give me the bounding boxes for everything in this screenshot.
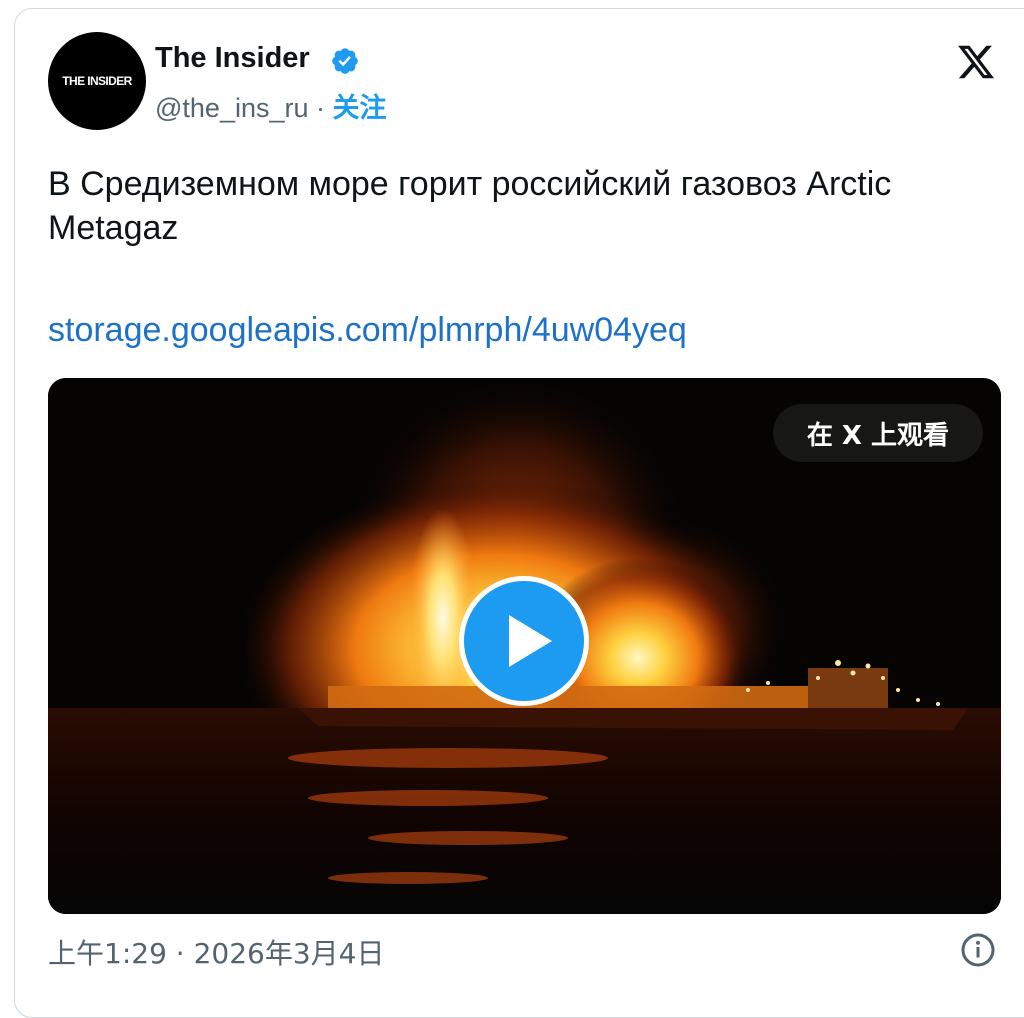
- tweet-link[interactable]: storage.googleapis.com/plmrph/4uw04yeq: [48, 308, 687, 352]
- separator: ·: [316, 93, 326, 123]
- follow-button[interactable]: 关注: [333, 93, 387, 123]
- author-handle[interactable]: @the_ins_ru: [155, 93, 309, 123]
- play-icon: [509, 615, 552, 667]
- verified-badge-icon: [332, 48, 358, 74]
- watch-on-x-button[interactable]: 在 X 上观看: [772, 404, 983, 462]
- video-player[interactable]: 在 X 上观看: [48, 378, 1001, 914]
- author-handle-row: @the_ins_ru · 关注: [155, 86, 387, 125]
- info-icon[interactable]: [960, 932, 996, 968]
- tweet-text: В Средиземном море горит российский газо…: [48, 165, 892, 247]
- play-button[interactable]: [459, 576, 589, 706]
- author-name[interactable]: The Insider: [155, 42, 310, 75]
- avatar[interactable]: THE INSIDER: [48, 32, 146, 130]
- x-logo-icon[interactable]: [954, 42, 998, 82]
- avatar-label: THE INSIDER: [62, 74, 132, 88]
- tweet-timestamp[interactable]: 上午1:29 · 2026年3月4日: [48, 932, 384, 972]
